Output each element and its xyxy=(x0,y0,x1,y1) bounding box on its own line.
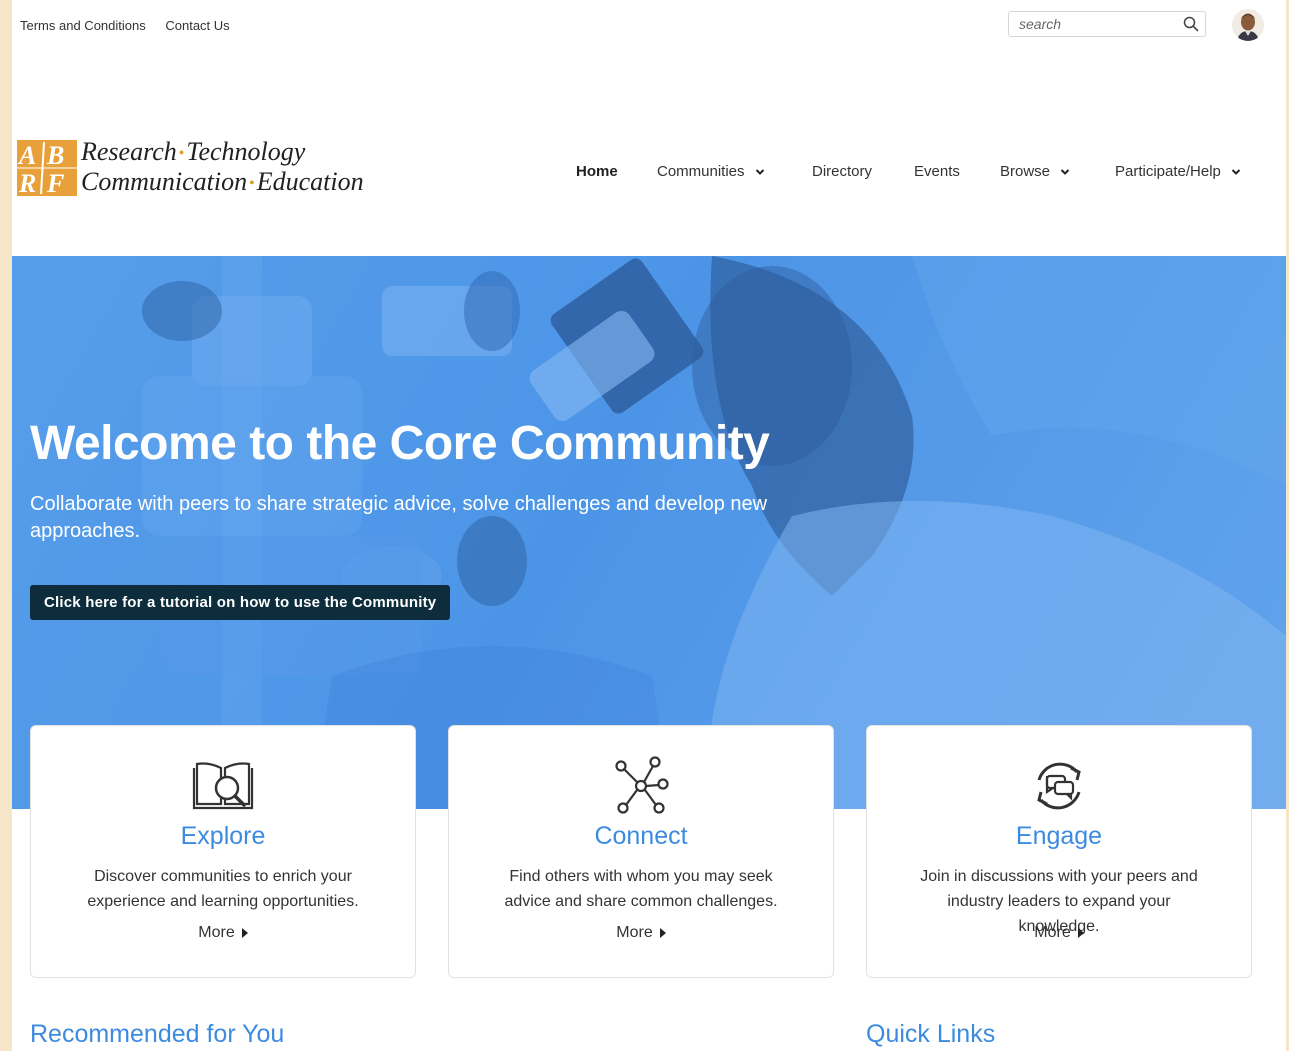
recommended-title: Recommended for You xyxy=(30,1020,285,1048)
discussion-cycle-icon xyxy=(1037,762,1081,810)
engage-more-link[interactable]: More xyxy=(867,924,1251,942)
nav-label: Participate/Help xyxy=(1115,163,1221,180)
utility-links: Terms and Conditions Contact Us xyxy=(20,18,246,33)
book-search-icon xyxy=(192,762,254,810)
card-description: Discover communities to enrich your expe… xyxy=(87,868,359,910)
card-title: Explore xyxy=(180,822,266,850)
nav-participate-help[interactable]: Participate/Help xyxy=(1115,163,1241,180)
card-description: Find others with whom you may seek advic… xyxy=(504,868,778,910)
network-icon xyxy=(615,756,669,814)
nav-label: Browse xyxy=(1000,163,1051,180)
caret-right-icon xyxy=(1077,927,1084,938)
nav-communities[interactable]: Communities xyxy=(657,163,765,180)
chevron-down-icon xyxy=(755,168,764,175)
explore-more-link[interactable]: More xyxy=(31,924,415,942)
main-nav: Home Communities Directory Events Browse… xyxy=(12,160,1286,186)
caret-right-icon xyxy=(241,927,248,938)
nav-directory[interactable]: Directory xyxy=(812,163,872,180)
more-label: More xyxy=(198,924,235,941)
explore-card[interactable]: Explore Discover communities to enrich y… xyxy=(30,725,416,978)
nav-label: Communities xyxy=(657,163,745,180)
quick-links-title: Quick Links xyxy=(866,1020,996,1048)
terms-link[interactable]: Terms and Conditions xyxy=(20,18,146,33)
engage-card[interactable]: Engage Join in discussions with your pee… xyxy=(866,725,1252,978)
nav-browse[interactable]: Browse xyxy=(1000,163,1070,180)
search-icon[interactable] xyxy=(1183,16,1199,32)
hero-subtitle: Collaborate with peers to share strategi… xyxy=(30,493,768,542)
card-title: Engage xyxy=(1015,822,1103,850)
hero-title: Welcome to the Core Community xyxy=(30,417,770,470)
page: Terms and Conditions Contact Us A B xyxy=(12,0,1286,1051)
connect-more-link[interactable]: More xyxy=(449,924,833,942)
chevron-down-icon xyxy=(1060,168,1070,175)
contact-link[interactable]: Contact Us xyxy=(165,18,229,33)
chevron-down-icon xyxy=(1231,168,1241,175)
nav-label: Directory xyxy=(812,163,873,180)
search-input[interactable] xyxy=(1009,12,1179,36)
more-label: More xyxy=(1034,924,1071,941)
card-title: Connect xyxy=(594,822,688,850)
nav-events[interactable]: Events xyxy=(914,163,960,180)
search-box xyxy=(1008,11,1206,37)
caret-right-icon xyxy=(659,927,666,938)
nav-home[interactable]: Home xyxy=(576,163,618,180)
utility-bar: Terms and Conditions Contact Us xyxy=(12,0,1286,50)
connect-card[interactable]: Connect Find others with whom you may se… xyxy=(448,725,834,978)
tutorial-button[interactable]: Click here for a tutorial on how to use … xyxy=(30,585,451,620)
avatar[interactable] xyxy=(1232,9,1264,41)
nav-label: Events xyxy=(914,163,960,180)
nav-label: Home xyxy=(576,163,618,180)
more-label: More xyxy=(616,924,653,941)
